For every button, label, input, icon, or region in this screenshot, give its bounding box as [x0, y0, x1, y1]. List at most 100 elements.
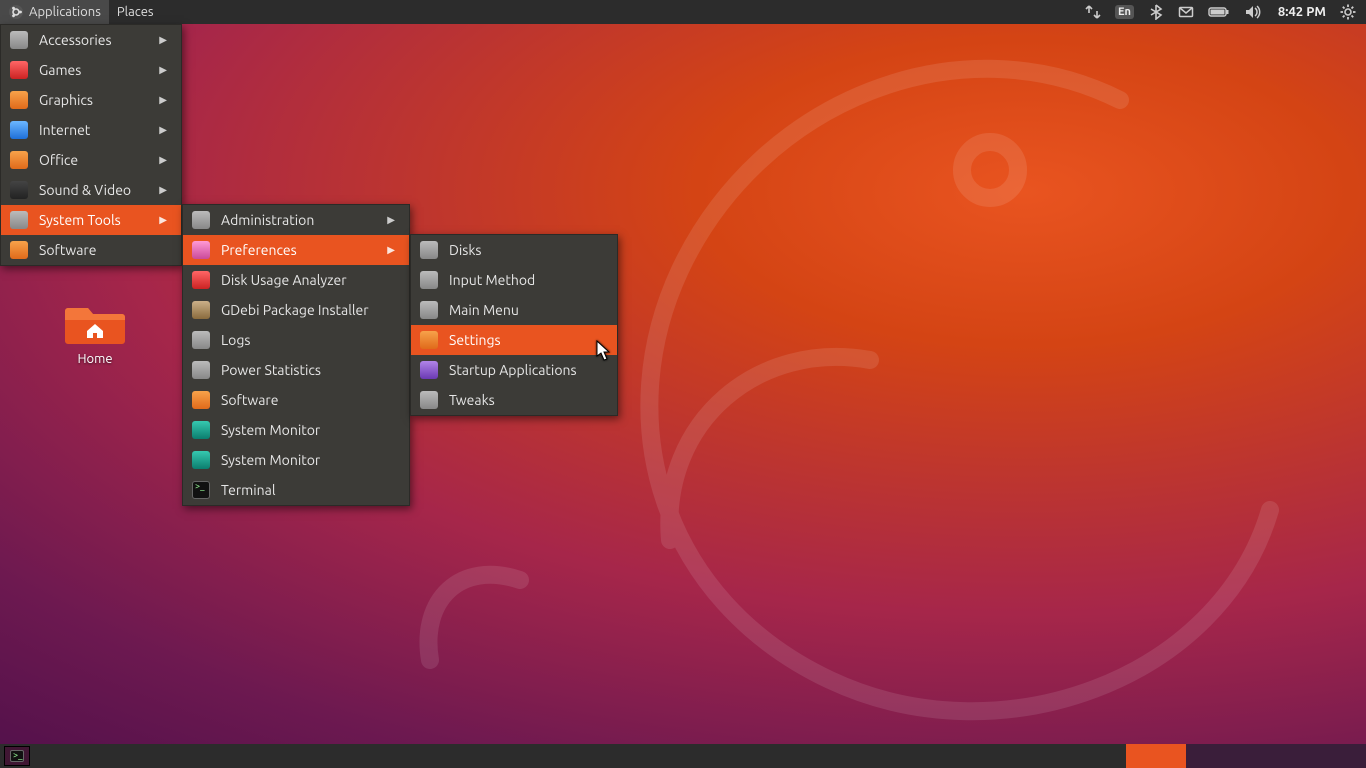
bluetooth-icon[interactable] [1148, 4, 1164, 20]
systools-menu-item-label: Terminal [221, 482, 395, 498]
applications-menu: Accessories▶Games▶Graphics▶Internet▶Offi… [0, 24, 182, 266]
workspace-2[interactable] [1186, 744, 1246, 768]
submenu-arrow-icon: ▶ [159, 184, 167, 196]
systools-menu-item-label: Disk Usage Analyzer [221, 272, 395, 288]
menu-places-label: Places [117, 5, 154, 19]
system-tools-submenu: Administration ▶ Preferences▶ Disk Usage An… [182, 204, 410, 506]
battery-icon[interactable] [1208, 4, 1230, 20]
systools-menu-item-label: Administration [221, 212, 377, 228]
apps-menu-item-label: System Tools [39, 212, 149, 228]
preferences-icon [191, 240, 211, 260]
apps-menu-item-sound-video[interactable]: Sound & Video ▶ [1, 175, 181, 205]
apps-menu-item-system-tools[interactable]: System Tools ▶ [1, 205, 181, 235]
systools-menu-item-label: Power Statistics [221, 362, 395, 378]
network-icon[interactable] [1085, 4, 1101, 20]
power-statistics-icon [191, 360, 211, 380]
prefs-menu-item-disks[interactable]: Disks [411, 235, 617, 265]
folder-icon [65, 298, 125, 346]
games-icon [9, 60, 29, 80]
apps-menu-item-label: Software [39, 242, 167, 258]
system-tools-icon [9, 210, 29, 230]
submenu-arrow-icon: ▶ [159, 214, 167, 226]
ubuntu-logo-icon [8, 4, 24, 20]
systools-menu-item-system-monitor[interactable]: System Monitor [183, 445, 409, 475]
bottom-panel [0, 744, 1366, 768]
workspace-3[interactable] [1246, 744, 1306, 768]
apps-menu-item-office[interactable]: Office ▶ [1, 145, 181, 175]
prefs-menu-item-main-menu[interactable]: Main Menu [411, 295, 617, 325]
systools-menu-item-label: Logs [221, 332, 395, 348]
apps-menu-item-software[interactable]: Software [1, 235, 181, 265]
systools-menu-item-logs[interactable]: Logs [183, 325, 409, 355]
startup-applications-icon [419, 360, 439, 380]
prefs-menu-item-input-method[interactable]: Input Method [411, 265, 617, 295]
terminal-icon [10, 750, 24, 762]
software-icon [9, 240, 29, 260]
apps-menu-item-graphics[interactable]: Graphics ▶ [1, 85, 181, 115]
systools-menu-item-power-statistics[interactable]: Power Statistics [183, 355, 409, 385]
menu-applications-label: Applications [29, 5, 101, 19]
systools-menu-item-terminal[interactable]: Terminal [183, 475, 409, 505]
apps-menu-item-games[interactable]: Games ▶ [1, 55, 181, 85]
workspace-switcher [1126, 744, 1366, 768]
clock[interactable]: 8:42 PM [1278, 5, 1326, 19]
submenu-arrow-icon: ▶ [159, 64, 167, 76]
submenu-arrow-icon: ▶ [159, 94, 167, 106]
systools-menu-item-software[interactable]: Software [183, 385, 409, 415]
apps-menu-item-label: Games [39, 62, 149, 78]
apps-menu-item-label: Accessories [39, 32, 149, 48]
prefs-menu-item-label: Input Method [449, 272, 603, 288]
administration-icon [191, 210, 211, 230]
prefs-menu-item-label: Main Menu [449, 302, 603, 318]
systools-menu-item-system-monitor[interactable]: System Monitor [183, 415, 409, 445]
workspace-4[interactable] [1306, 744, 1366, 768]
prefs-menu-item-label: Startup Applications [449, 362, 603, 378]
prefs-menu-item-tweaks[interactable]: Tweaks [411, 385, 617, 415]
systools-menu-item-administration[interactable]: Administration ▶ [183, 205, 409, 235]
systools-menu-item-preferences[interactable]: Preferences▶ [183, 235, 409, 265]
prefs-menu-item-label: Tweaks [449, 392, 603, 408]
submenu-arrow-icon: ▶ [159, 154, 167, 166]
sound-video-icon [9, 180, 29, 200]
submenu-arrow-icon: ▶ [387, 214, 395, 226]
prefs-menu-item-label: Settings [449, 332, 603, 348]
disks-icon [419, 240, 439, 260]
prefs-menu-item-settings[interactable]: Settings [411, 325, 617, 355]
volume-icon[interactable] [1244, 4, 1264, 20]
main-menu-icon [419, 300, 439, 320]
apps-menu-item-label: Internet [39, 122, 149, 138]
top-panel: Applications Places En 8:42 PM [0, 0, 1366, 24]
gdebi-package-installer-icon [191, 300, 211, 320]
apps-menu-item-label: Graphics [39, 92, 149, 108]
systools-menu-item-label: GDebi Package Installer [221, 302, 395, 318]
taskbar-item[interactable] [4, 746, 30, 766]
software-icon [191, 390, 211, 410]
menu-places[interactable]: Places [109, 0, 162, 24]
system-monitor-icon [191, 420, 211, 440]
mail-icon[interactable] [1178, 4, 1194, 20]
mouse-cursor [596, 340, 612, 362]
internet-icon [9, 120, 29, 140]
power-gear-icon[interactable] [1340, 4, 1356, 20]
systools-menu-item-label: Preferences [221, 242, 377, 258]
apps-menu-item-label: Sound & Video [39, 182, 149, 198]
menu-applications[interactable]: Applications [0, 0, 109, 24]
input-language-indicator[interactable]: En [1115, 5, 1134, 19]
apps-menu-item-internet[interactable]: Internet▶ [1, 115, 181, 145]
disk-usage-analyzer-icon [191, 270, 211, 290]
systools-menu-item-gdebi-package-installer[interactable]: GDebi Package Installer [183, 295, 409, 325]
settings-icon [419, 330, 439, 350]
systools-menu-item-disk-usage-analyzer[interactable]: Disk Usage Analyzer [183, 265, 409, 295]
preferences-submenu: Disks Input Method Main Menu Settings Startu… [410, 234, 618, 416]
apps-menu-item-accessories[interactable]: Accessories▶ [1, 25, 181, 55]
desktop-home-icon[interactable]: Home [55, 298, 135, 366]
prefs-menu-item-startup-applications[interactable]: Startup Applications [411, 355, 617, 385]
top-panel-right: En 8:42 PM [1085, 4, 1366, 20]
accessories-icon [9, 30, 29, 50]
tweaks-icon [419, 390, 439, 410]
workspace-1[interactable] [1126, 744, 1186, 768]
terminal-icon [191, 480, 211, 500]
office-icon [9, 150, 29, 170]
apps-menu-item-label: Office [39, 152, 149, 168]
input-method-icon [419, 270, 439, 290]
